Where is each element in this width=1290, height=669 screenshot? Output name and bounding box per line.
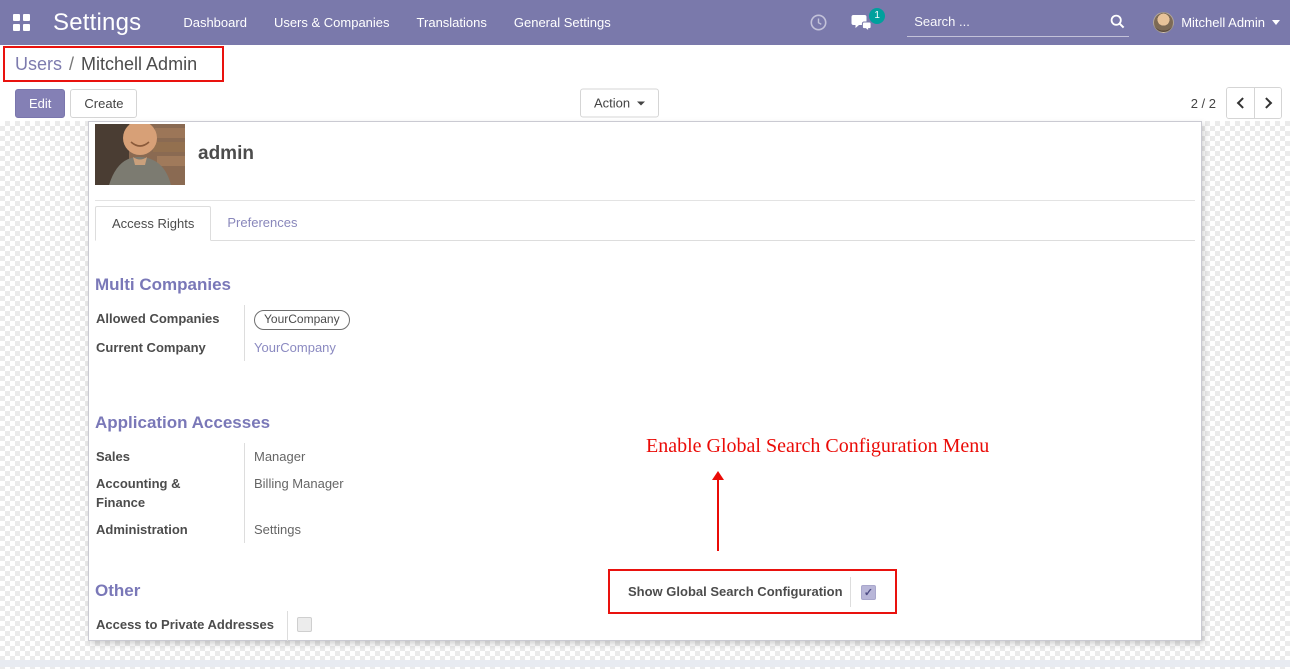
caret-down-icon (1272, 20, 1280, 25)
field-row-current-company: Current Company YourCompany (95, 334, 350, 361)
breadcrumb-parent-link[interactable]: Users (15, 54, 62, 75)
nav-item-translations[interactable]: Translations (417, 15, 487, 30)
breadcrumb-separator: / (69, 54, 74, 75)
window-bottom-strip (0, 660, 1290, 667)
search-input[interactable] (907, 9, 1129, 36)
field-row-administration: Administration Settings (95, 516, 344, 543)
messaging-icon[interactable]: 1 (851, 14, 873, 32)
header-divider (95, 200, 1195, 201)
section-title: Application Accesses (95, 413, 1195, 433)
private-addresses-checkbox[interactable] (297, 617, 312, 632)
company-tag[interactable]: YourCompany (254, 310, 350, 330)
tab-preferences[interactable]: Preferences (211, 206, 313, 240)
main-menu: Dashboard Users & Companies Translations… (183, 15, 610, 30)
field-row-sales: Sales Manager (95, 443, 344, 470)
breadcrumb-bar: Users / Mitchell Admin (0, 45, 1290, 85)
pager-value: 2 / 2 (1191, 96, 1216, 111)
field-value: Settings (245, 516, 344, 543)
user-avatar-photo[interactable] (95, 124, 185, 185)
pager-previous-button[interactable] (1227, 88, 1254, 118)
action-label: Action (594, 96, 630, 111)
section-multi-companies: Multi Companies Allowed Companies YourCo… (95, 275, 1195, 361)
annotation-note-text: Enable Global Search Configuration Menu (646, 435, 989, 458)
chevron-left-icon (1236, 97, 1247, 108)
annotation-arrow-up (711, 471, 725, 551)
record-pager: 2 / 2 (1191, 87, 1282, 119)
top-navbar: Settings Dashboard Users & Companies Tra… (0, 0, 1290, 45)
action-dropdown-button[interactable]: Action (580, 89, 659, 118)
field-value: Billing Manager (245, 470, 344, 516)
nav-item-users-companies[interactable]: Users & Companies (274, 15, 390, 30)
field-label: Current Company (95, 334, 245, 361)
page-root: Settings Dashboard Users & Companies Tra… (0, 0, 1290, 669)
field-row-private-addresses: Access to Private Addresses (95, 611, 312, 641)
tab-access-rights[interactable]: Access Rights (95, 206, 211, 241)
field-value: Manager (245, 443, 344, 470)
form-sheet: admin Access Rights Preferences Multi Co… (88, 121, 1202, 641)
magnifier-icon[interactable] (1110, 14, 1125, 34)
company-link[interactable]: YourCompany (254, 340, 336, 355)
field-label: Accounting & Finance (95, 470, 245, 516)
field-row-accounting-finance: Accounting & Finance Billing Manager (95, 470, 344, 516)
section-title: Multi Companies (95, 275, 1195, 295)
annotation-box-global-search: Show Global Search Configuration (608, 569, 897, 614)
field-label: Access to Private Addresses (95, 611, 288, 641)
edit-button[interactable]: Edit (15, 89, 65, 118)
breadcrumb-current: Mitchell Admin (81, 54, 197, 75)
control-bar: Edit Create Action 2 / 2 (0, 85, 1290, 121)
pager-next-button[interactable] (1254, 88, 1281, 118)
record-header: admin (95, 122, 1195, 185)
nav-item-general-settings[interactable]: General Settings (514, 15, 611, 30)
field-label: Sales (95, 443, 245, 470)
nav-item-dashboard[interactable]: Dashboard (183, 15, 247, 30)
record-name: admin (198, 143, 254, 185)
chevron-right-icon (1261, 97, 1272, 108)
section-application-accesses: Application Accesses Sales Manager Accou… (95, 413, 1195, 543)
app-title[interactable]: Settings (53, 9, 141, 37)
field-row-allowed-companies: Allowed Companies YourCompany (95, 305, 350, 334)
field-label: Allowed Companies (95, 305, 245, 334)
apps-menu-icon[interactable] (13, 14, 30, 31)
caret-down-icon (637, 101, 645, 105)
activity-clock-icon[interactable] (810, 14, 827, 31)
field-label: Administration (95, 516, 245, 543)
field-label: Show Global Search Configuration (628, 584, 850, 599)
message-count-badge: 1 (869, 8, 885, 24)
global-search (907, 9, 1129, 37)
navbar-right: 1 Mitchell Admin (810, 9, 1290, 37)
annotation-box-breadcrumb: Users / Mitchell Admin (3, 46, 224, 82)
create-button[interactable]: Create (70, 89, 137, 118)
notebook-tabs: Access Rights Preferences (95, 206, 1195, 241)
user-avatar-small[interactable] (1153, 12, 1174, 33)
field-separator (850, 577, 851, 607)
user-menu[interactable]: Mitchell Admin (1181, 15, 1265, 30)
global-search-config-checkbox[interactable] (861, 585, 876, 600)
